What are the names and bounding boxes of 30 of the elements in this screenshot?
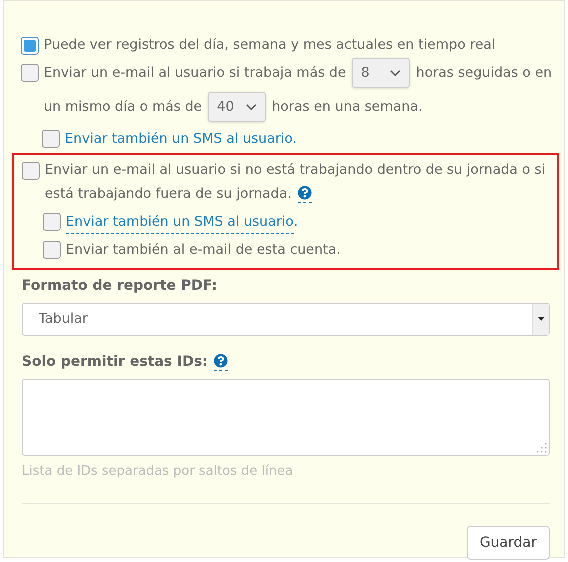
ids-textarea[interactable] [22, 378, 550, 456]
checkbox[interactable] [42, 130, 60, 148]
resize-handle-icon [537, 442, 547, 453]
option-label: horas seguidas o en [416, 64, 552, 83]
format-select[interactable]: Tabular [22, 302, 550, 336]
field-label: Formato de reporte PDF: [22, 276, 218, 296]
checkbox[interactable] [43, 213, 61, 232]
hours-select[interactable]: 8 [352, 58, 410, 88]
checkbox[interactable] [21, 37, 39, 55]
option-label: Enviar un e-mail al usuario si trabaja más de [44, 64, 346, 83]
help-icon[interactable] [214, 354, 228, 371]
help-icon[interactable] [298, 186, 312, 204]
option-label: horas en una semana. [272, 98, 423, 117]
hours-select[interactable]: 40 [208, 92, 266, 122]
sms-link[interactable]: Enviar también un SMS al usuario. [65, 129, 297, 150]
checkbox[interactable] [43, 240, 61, 258]
chevron-down-icon [246, 104, 258, 110]
checkbox[interactable] [22, 162, 40, 180]
save-button[interactable]: Guardar [466, 526, 550, 560]
hint-text: Lista de IDs separadas por saltos de línea [22, 462, 294, 481]
option-label: Enviar un e-mail al usuario si no está trabajando dentro de su jornada o si está trabajando fuera de su jornada. [45, 161, 547, 206]
option-label: un mismo día o más de [44, 98, 202, 117]
caret-icon [538, 317, 544, 322]
checkbox[interactable] [21, 64, 39, 82]
option-label: Enviar también al e-mail de esta cuenta. [66, 240, 341, 260]
option-label: Puede ver registros del día, semana y mes actuales en tiempo real [44, 36, 496, 55]
field-label: Solo permitir estas IDs: [22, 352, 208, 372]
chevron-down-icon [390, 70, 402, 76]
sms-link[interactable]: Enviar también un SMS al usuario [66, 212, 294, 234]
sentence-end-text: . [294, 213, 298, 232]
